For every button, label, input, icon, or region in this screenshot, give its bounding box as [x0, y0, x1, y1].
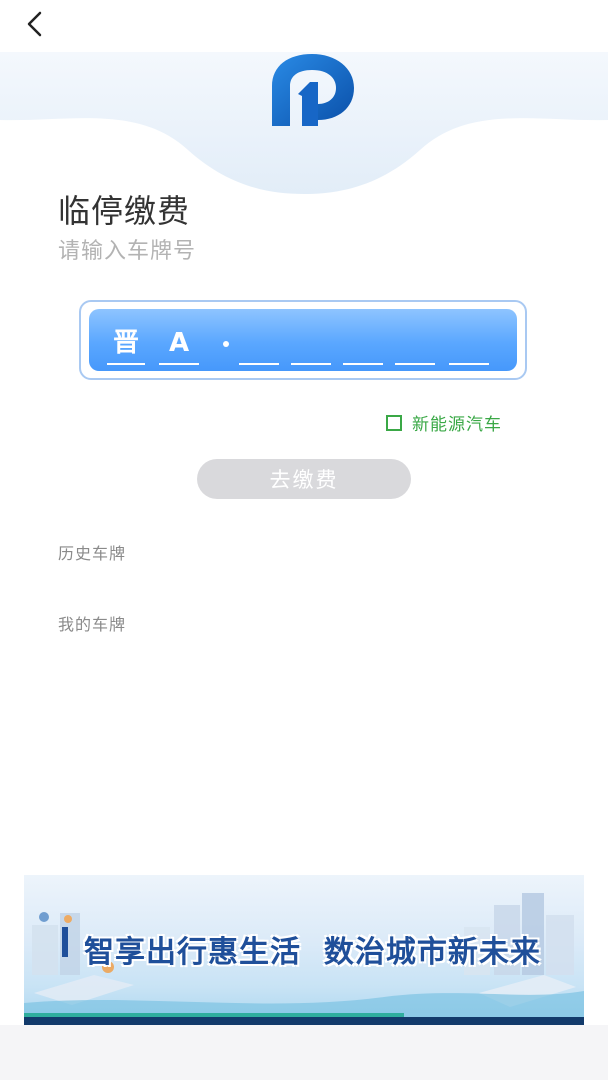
plate-slot-5[interactable]: [343, 323, 383, 365]
banner-slogan: 智享出行惠生活 数治城市新未来: [84, 935, 541, 970]
promo-banner[interactable]: 智享出行惠生活 数治城市新未来: [24, 875, 584, 1025]
plate-slot-province[interactable]: 晋: [107, 323, 145, 365]
checkbox-icon[interactable]: [386, 414, 402, 431]
plate-input-frame: 晋 A: [79, 300, 527, 380]
chevron-left-icon: [24, 10, 44, 42]
history-plates-label: 历史车牌: [58, 544, 127, 563]
new-energy-label: 新能源汽车: [412, 415, 502, 435]
new-energy-toggle[interactable]: 新能源汽车: [386, 410, 502, 435]
plate-slot-7[interactable]: [449, 323, 489, 365]
page-subtitle: 请输入车牌号: [58, 239, 197, 264]
my-plates-label: 我的车牌: [58, 615, 127, 634]
banner-bottom-bar: [24, 1017, 584, 1025]
parking-p-logo-icon: [266, 52, 358, 130]
back-button[interactable]: [18, 10, 50, 42]
plate-slot-letter[interactable]: A: [159, 323, 199, 365]
plate-slot-3[interactable]: [239, 323, 279, 365]
dot-icon: [223, 341, 229, 347]
pay-button[interactable]: 去缴费: [197, 459, 411, 499]
plate-input[interactable]: 晋 A: [89, 309, 517, 371]
bottom-area: [0, 1025, 608, 1080]
plate-slot-6[interactable]: [395, 323, 435, 365]
plate-slot-4[interactable]: [291, 323, 331, 365]
page-title: 临停缴费: [58, 192, 191, 230]
